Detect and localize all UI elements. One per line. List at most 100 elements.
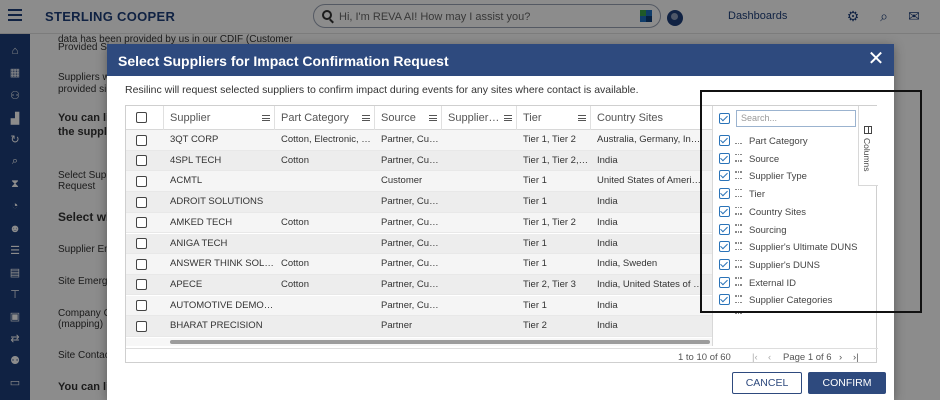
last-page-icon[interactable]: ›| bbox=[853, 352, 859, 363]
row-checkbox[interactable] bbox=[136, 320, 147, 332]
table-cell: United States of Ameri… bbox=[597, 175, 702, 187]
header-select-all-cell bbox=[126, 106, 164, 130]
table-cell: BHARAT PRECISION bbox=[170, 320, 263, 332]
table-cell bbox=[442, 151, 517, 171]
table-cell: AMKED TECH bbox=[170, 216, 233, 228]
table-cell: Tier 1 bbox=[523, 258, 547, 270]
scrollbar-thumb[interactable] bbox=[170, 340, 710, 344]
table-row[interactable]: ANSWER THINK SOLU… Cotton Partner, Cust… Ti… bbox=[126, 254, 712, 275]
row-checkbox[interactable] bbox=[136, 279, 147, 291]
table-cell: ACMTL bbox=[170, 175, 203, 187]
column-header-label: Tier bbox=[523, 112, 542, 124]
table-cell bbox=[442, 130, 517, 150]
table-row[interactable]: ADROIT SOLUTIONS Partner, Cust… Tier 1 Indi… bbox=[126, 192, 712, 213]
table-cell: Partner, Cust… bbox=[381, 258, 442, 270]
next-page-icon[interactable]: › bbox=[839, 352, 842, 363]
column-menu-icon[interactable] bbox=[362, 115, 370, 121]
table-cell: India, Sweden bbox=[597, 258, 658, 270]
table-cell: Cotton bbox=[281, 154, 309, 166]
table-cell: Tier 1, Tier 2 bbox=[523, 216, 576, 228]
table-cell: Partner, Cust… bbox=[381, 196, 442, 208]
table-cell bbox=[442, 316, 517, 336]
column-header-source[interactable]: Source bbox=[375, 106, 442, 130]
previous-page-icon[interactable]: ‹ bbox=[768, 352, 771, 363]
row-checkbox[interactable] bbox=[136, 196, 147, 208]
row-checkbox[interactable] bbox=[136, 134, 147, 146]
table-cell: India bbox=[597, 216, 618, 228]
table-row[interactable]: APECE Cotton Partner, Cust… Tier 2, Tier 3 I… bbox=[126, 274, 712, 296]
row-checkbox[interactable] bbox=[136, 155, 147, 167]
table-cell: Partner, Cust… bbox=[381, 299, 442, 311]
table-row[interactable]: 3QT CORP Cotton, Electronic, … Partner, Cu… bbox=[126, 130, 712, 151]
table-cell: Cotton bbox=[281, 216, 309, 228]
table-cell: APECE bbox=[170, 278, 203, 290]
table-cell: Customer bbox=[381, 175, 423, 187]
table-cell bbox=[275, 316, 375, 336]
close-icon[interactable]: ✕ bbox=[866, 49, 886, 69]
table-cell bbox=[275, 171, 375, 191]
table-cell: Tier 1 bbox=[523, 196, 547, 208]
table-row[interactable]: BHARAT PRECISION Partner Tier 2 India bbox=[126, 316, 712, 337]
table-row[interactable]: AMKED TECH Cotton Partner, Cust… Tier 1, Ti… bbox=[126, 212, 712, 234]
column-header-tier[interactable]: Tier bbox=[517, 106, 591, 130]
column-header-label: Supplier… bbox=[448, 112, 500, 124]
horizontal-scrollbar[interactable] bbox=[126, 338, 712, 346]
table-cell bbox=[442, 213, 517, 233]
column-header-label: Supplier bbox=[170, 112, 211, 124]
column-header-supplier[interactable]: Supplier bbox=[164, 106, 275, 130]
column-header-supplier-type[interactable]: Supplier… bbox=[442, 106, 517, 130]
table-cell: India bbox=[597, 154, 618, 166]
table-cell: Partner, Cust… bbox=[381, 216, 442, 228]
cancel-button[interactable]: CANCEL bbox=[732, 372, 802, 394]
row-checkbox[interactable] bbox=[136, 217, 147, 229]
grid-header: Supplier Part Category Source Supplier… … bbox=[126, 106, 712, 130]
column-header-part-category[interactable]: Part Category bbox=[275, 106, 375, 130]
table-cell: Tier 1 bbox=[523, 175, 547, 187]
table-cell: Tier 2, Tier 3 bbox=[523, 278, 576, 290]
table-cell: Cotton bbox=[281, 258, 309, 270]
modal-header: Select Suppliers for Impact Confirmation… bbox=[107, 44, 894, 76]
table-cell: India bbox=[597, 320, 618, 332]
table-cell: Partner, Cust… bbox=[381, 237, 442, 249]
column-menu-icon[interactable] bbox=[429, 115, 437, 121]
column-header-label: Country Sites bbox=[597, 112, 664, 124]
table-cell: AUTOMOTIVE DEMO … bbox=[170, 299, 275, 311]
table-cell: Tier 2 bbox=[523, 320, 547, 332]
table-cell: Partner bbox=[381, 320, 413, 332]
table-cell bbox=[442, 234, 517, 254]
column-header-country-sites[interactable]: Country Sites bbox=[591, 106, 712, 130]
columns-highlight-box bbox=[700, 90, 922, 313]
table-cell: ADROIT SOLUTIONS bbox=[170, 196, 264, 208]
table-cell: Tier 1 bbox=[523, 237, 547, 249]
table-cell bbox=[442, 254, 517, 274]
table-cell: Tier 1, Tier 2 bbox=[523, 134, 576, 145]
table-cell: 4SPL TECH bbox=[170, 154, 222, 166]
table-cell: Tier 1, Tier 2,… bbox=[523, 154, 589, 166]
confirm-button[interactable]: CONFIRM bbox=[808, 372, 886, 394]
table-cell: India bbox=[597, 237, 618, 249]
select-all-checkbox[interactable] bbox=[136, 112, 147, 123]
table-cell bbox=[442, 296, 517, 316]
table-row[interactable]: ANIGA TECH Partner, Cust… Tier 1 India bbox=[126, 233, 712, 255]
row-checkbox[interactable] bbox=[136, 258, 147, 270]
table-cell: ANSWER THINK SOLU… bbox=[170, 258, 275, 270]
table-cell: Australia, Germany, In… bbox=[597, 134, 701, 145]
column-menu-icon[interactable] bbox=[262, 115, 270, 121]
table-row[interactable]: 4SPL TECH Cotton Partner, Cust… Tier 1, Tie… bbox=[126, 150, 712, 172]
table-cell: Partner, Cust… bbox=[381, 134, 442, 145]
column-menu-icon[interactable] bbox=[504, 115, 512, 121]
column-header-label: Source bbox=[381, 112, 416, 124]
row-checkbox[interactable] bbox=[136, 175, 147, 187]
table-cell: ANIGA TECH bbox=[170, 237, 228, 249]
table-cell: Partner, Cust… bbox=[381, 154, 442, 166]
table-cell: Cotton, Electronic, … bbox=[281, 134, 371, 145]
column-menu-icon[interactable] bbox=[578, 115, 586, 121]
table-cell bbox=[275, 296, 375, 316]
table-row[interactable]: ACMTL Customer Tier 1 United States of Amer… bbox=[126, 171, 712, 192]
row-checkbox[interactable] bbox=[136, 238, 147, 249]
table-cell: India bbox=[597, 196, 618, 208]
row-checkbox[interactable] bbox=[136, 300, 147, 312]
first-page-icon[interactable]: |‹ bbox=[752, 352, 758, 363]
table-cell: India bbox=[597, 299, 618, 311]
table-row[interactable]: AUTOMOTIVE DEMO … Partner, Cust… Tier 1 Ind… bbox=[126, 295, 712, 317]
